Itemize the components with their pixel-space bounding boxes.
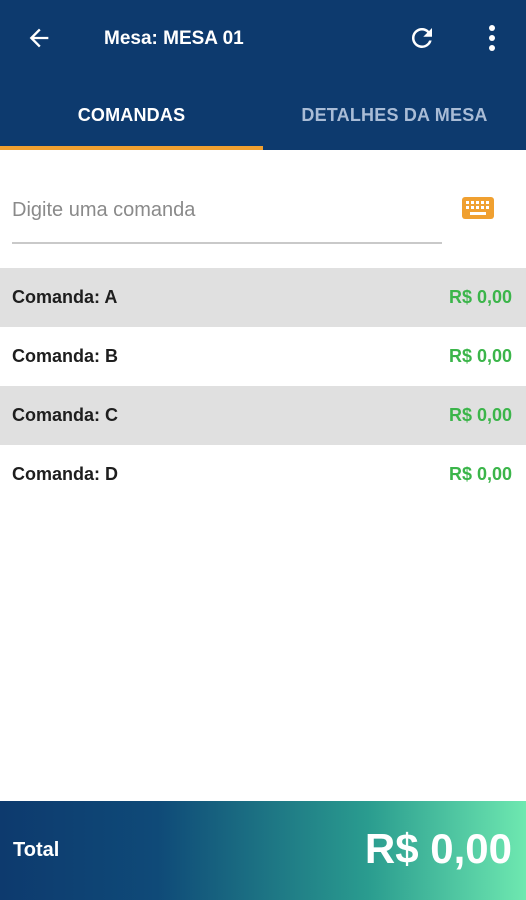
comanda-row-c[interactable]: Comanda: C R$ 0,00: [0, 386, 526, 445]
more-vertical-icon: [487, 23, 497, 58]
search-underline: [12, 242, 442, 244]
comanda-value: R$ 0,00: [448, 346, 512, 366]
comanda-value: R$ 0,00: [448, 405, 512, 425]
tab-indicator: [0, 146, 263, 150]
search-field: [12, 180, 442, 246]
toolbar: Mesa: MESA 01: [0, 0, 526, 80]
refresh-button[interactable]: [402, 20, 442, 60]
tab-comandas[interactable]: COMANDAS: [0, 80, 263, 150]
back-button[interactable]: [20, 22, 58, 58]
page-title: Mesa: MESA 01: [104, 28, 244, 49]
keyboard-icon: [462, 196, 494, 224]
comanda-label: Comanda: A: [12, 287, 118, 307]
keyboard-button[interactable]: [458, 196, 498, 224]
comanda-row-d[interactable]: Comanda: D R$ 0,00: [0, 445, 526, 504]
comanda-label: Comanda: B: [12, 346, 119, 366]
comanda-list: Comanda: A R$ 0,00 Comanda: B R$ 0,00 Co…: [0, 268, 526, 504]
comanda-row-a[interactable]: Comanda: A R$ 0,00: [0, 268, 526, 327]
comanda-label: Comanda: D: [12, 464, 119, 484]
tab-detalhes-da-mesa[interactable]: DETALHES DA MESA: [263, 80, 526, 150]
comanda-row-b[interactable]: Comanda: B R$ 0,00: [0, 327, 526, 386]
refresh-icon: [407, 23, 437, 58]
tab-bar: COMANDAS DETALHES DA MESA: [0, 80, 526, 150]
comanda-label: Comanda: C: [12, 405, 119, 425]
total-footer: Total R$ 0,00: [0, 801, 526, 900]
app-bar: Mesa: MESA 01 COMANDAS DETALHES DA MESA: [0, 0, 526, 150]
total-label: Total: [13, 839, 60, 861]
arrow-left-icon: [25, 24, 53, 57]
comanda-search-input[interactable]: [12, 180, 442, 240]
tab-label: COMANDAS: [77, 104, 186, 125]
total-value: R$ 0,00: [364, 825, 512, 872]
more-options-button[interactable]: [474, 20, 510, 60]
comanda-value: R$ 0,00: [448, 287, 512, 307]
comanda-value: R$ 0,00: [448, 464, 512, 484]
tab-label: DETALHES DA MESA: [301, 104, 488, 125]
